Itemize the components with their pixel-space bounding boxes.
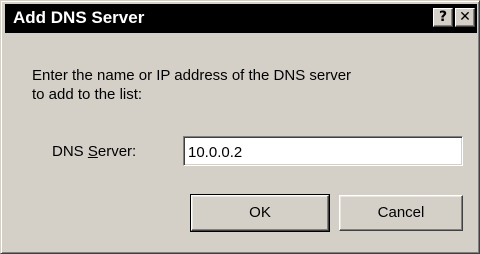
dns-server-label: DNS Server: (52, 142, 136, 161)
dns-server-label-access-key: S (87, 143, 98, 160)
instruction-line-1: Enter the name or IP address of the DNS … (32, 67, 352, 84)
close-icon: ✕ (459, 9, 471, 25)
cancel-button[interactable]: Cancel (339, 195, 463, 231)
instruction-text: Enter the name or IP address of the DNS … (32, 66, 351, 104)
add-dns-server-dialog: Add DNS Server ? ✕ Enter the name or IP … (0, 0, 480, 254)
close-button[interactable]: ✕ (455, 8, 475, 27)
dns-server-input[interactable] (183, 136, 463, 166)
ok-button[interactable]: OK (190, 194, 330, 232)
dns-server-label-prefix: DNS (52, 143, 88, 160)
dialog-title: Add DNS Server (13, 8, 145, 27)
help-icon: ? (438, 9, 448, 25)
help-button[interactable]: ? (433, 8, 453, 27)
title-bar[interactable]: Add DNS Server ? ✕ (5, 4, 477, 33)
instruction-line-2: to add to the list: (32, 86, 143, 103)
dns-server-label-suffix: erver: (97, 143, 137, 160)
